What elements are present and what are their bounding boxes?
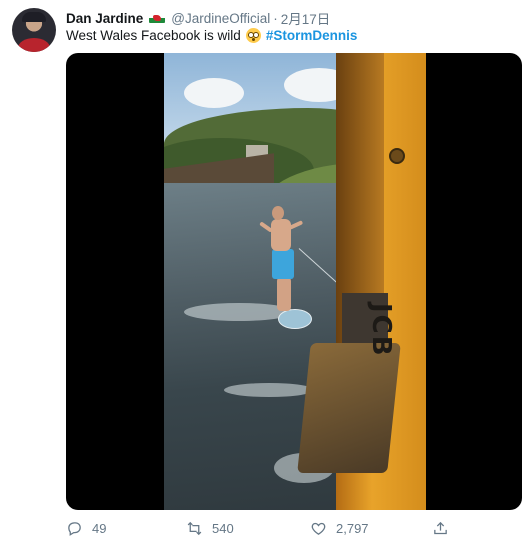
header-separator: · (273, 10, 278, 26)
video-cloud (184, 78, 244, 108)
like-count: 2,797 (336, 520, 369, 536)
tweet-text: West Wales Facebook is wild #StormDennis (66, 28, 357, 43)
video-person-shorts (272, 249, 294, 279)
avatar[interactable] (12, 8, 56, 52)
avatar-hat (22, 12, 46, 22)
retweet-count: 540 (212, 520, 234, 536)
author-handle[interactable]: @JardineOfficial (171, 11, 270, 26)
video-jcb-bucket (297, 343, 401, 473)
share-button[interactable] (432, 518, 458, 538)
video-wave (224, 383, 314, 397)
video-jcb-logo: JCB (366, 303, 396, 358)
heart-icon (311, 522, 326, 535)
video-frame[interactable]: JCB (164, 53, 426, 510)
avatar-shirt (18, 38, 50, 52)
video-person-head (272, 206, 284, 220)
flushed-face-emoji-icon (245, 28, 261, 43)
like-button[interactable]: 2,797 (310, 518, 369, 538)
video-jcb-bolt (389, 148, 405, 164)
video-person-body (271, 219, 291, 251)
share-icon (434, 521, 447, 534)
tweet-body: West Wales Facebook is wild (66, 28, 241, 43)
video-person-legs (277, 277, 291, 311)
retweet-button[interactable]: 540 (186, 518, 234, 538)
tweet-date[interactable]: 2月17日 (281, 8, 331, 28)
author-name[interactable]: Dan Jardine (66, 11, 143, 26)
tweet-header: Dan Jardine @JardineOfficial · 2月17日 (66, 8, 331, 28)
hashtag-link[interactable]: #StormDennis (266, 28, 358, 43)
tweet[interactable]: Dan Jardine @JardineOfficial · 2月17日 Wes… (0, 0, 532, 547)
wales-flag-icon (149, 13, 166, 23)
retweet-icon (187, 521, 202, 535)
reply-icon (68, 521, 81, 536)
tweet-video[interactable]: JCB (66, 53, 522, 510)
tweet-actions: 49 540 2,797 (66, 518, 466, 538)
reply-button[interactable]: 49 (66, 518, 106, 538)
reply-count: 49 (92, 520, 107, 536)
video-surfboard (278, 309, 312, 329)
